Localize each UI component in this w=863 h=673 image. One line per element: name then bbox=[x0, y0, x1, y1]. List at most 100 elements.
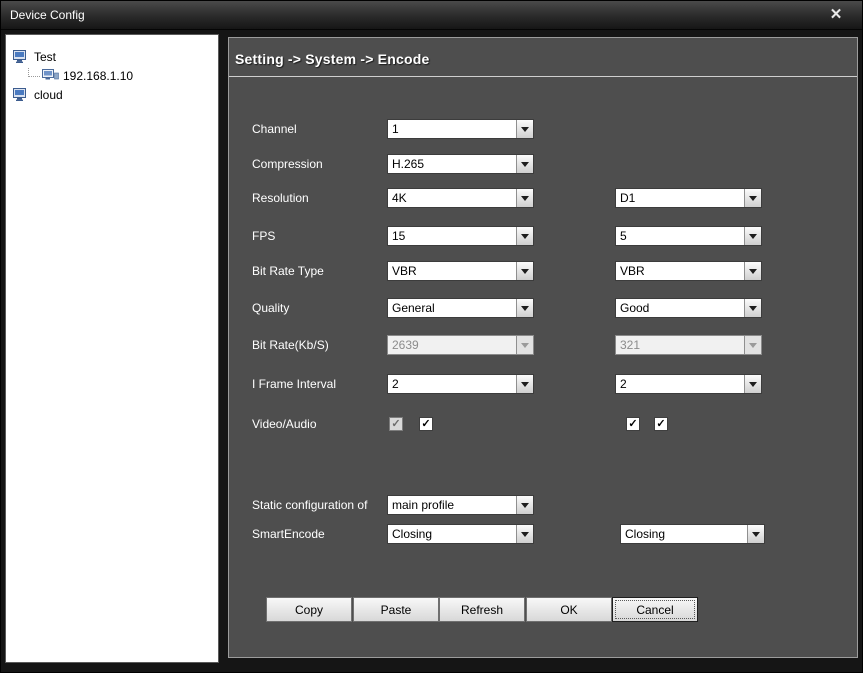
smart-encode-main-select[interactable]: Closing bbox=[387, 524, 534, 544]
breadcrumb: Setting -> System -> Encode bbox=[235, 51, 429, 67]
bitrate-type-sub-select[interactable]: VBR bbox=[615, 261, 762, 281]
iframe-interval-label: I Frame Interval bbox=[252, 374, 336, 394]
static-config-row: Static configuration of main profile bbox=[229, 495, 857, 515]
bitrate-type-main-select[interactable]: VBR bbox=[387, 261, 534, 281]
compression-label: Compression bbox=[252, 154, 323, 174]
static-config-select[interactable]: main profile bbox=[387, 495, 534, 515]
resolution-sub-select[interactable]: D1 bbox=[615, 188, 762, 208]
combo-value: Good bbox=[616, 299, 744, 317]
chevron-down-icon[interactable] bbox=[744, 227, 761, 245]
chevron-down-icon[interactable] bbox=[516, 155, 533, 173]
combo-value: main profile bbox=[388, 496, 516, 514]
fps-row: FPS 15 5 bbox=[229, 226, 857, 246]
video-audio-row: Video/Audio ✓ ✓ ✓ ✓ bbox=[229, 414, 857, 434]
audio-checkbox-sub[interactable]: ✓ bbox=[654, 417, 668, 431]
encode-settings-panel: Setting -> System -> Encode Channel 1 Co… bbox=[228, 37, 858, 658]
quality-label: Quality bbox=[252, 298, 289, 318]
chevron-down-icon bbox=[744, 336, 761, 354]
fps-sub-select[interactable]: 5 bbox=[615, 226, 762, 246]
tree-item-label: 192.168.1.10 bbox=[63, 69, 133, 83]
fps-main-select[interactable]: 15 bbox=[387, 226, 534, 246]
resolution-label: Resolution bbox=[252, 188, 309, 208]
iframe-interval-main-select[interactable]: 2 bbox=[387, 374, 534, 394]
check-icon: ✓ bbox=[628, 418, 637, 430]
static-config-label: Static configuration of bbox=[252, 495, 367, 515]
combo-value: 321 bbox=[616, 336, 744, 354]
bitrate-type-label: Bit Rate Type bbox=[252, 261, 324, 281]
combo-value: 5 bbox=[616, 227, 744, 245]
video-checkbox-sub[interactable]: ✓ bbox=[626, 417, 640, 431]
quality-main-select[interactable]: General bbox=[387, 298, 534, 318]
device-tree-panel: Test 192.168.1.10 bbox=[5, 34, 219, 663]
tree-branch-line bbox=[28, 68, 40, 77]
chevron-down-icon[interactable] bbox=[516, 496, 533, 514]
smart-encode-label: SmartEncode bbox=[252, 524, 325, 544]
combo-value: 15 bbox=[388, 227, 516, 245]
video-audio-label: Video/Audio bbox=[252, 414, 317, 434]
chevron-down-icon[interactable] bbox=[744, 262, 761, 280]
window-title: Device Config bbox=[10, 8, 85, 22]
paste-button[interactable]: Paste bbox=[353, 597, 439, 622]
combo-value: 4K bbox=[388, 189, 516, 207]
video-checkbox-main[interactable]: ✓ bbox=[389, 417, 403, 431]
quality-row: Quality General Good bbox=[229, 298, 857, 318]
fps-label: FPS bbox=[252, 226, 275, 246]
chevron-down-icon[interactable] bbox=[747, 525, 764, 543]
combo-value: Closing bbox=[621, 525, 747, 543]
audio-checkbox-main[interactable]: ✓ bbox=[419, 417, 433, 431]
bitrate-sub-select: 321 bbox=[615, 335, 762, 355]
channel-label: Channel bbox=[252, 119, 297, 139]
bitrate-label: Bit Rate(Kb/S) bbox=[252, 335, 329, 355]
resolution-row: Resolution 4K D1 bbox=[229, 188, 857, 208]
combo-value: Closing bbox=[388, 525, 516, 543]
chevron-down-icon[interactable] bbox=[516, 375, 533, 393]
chevron-down-icon[interactable] bbox=[516, 120, 533, 138]
iframe-interval-sub-select[interactable]: 2 bbox=[615, 374, 762, 394]
chevron-down-icon[interactable] bbox=[516, 525, 533, 543]
combo-value: 2 bbox=[388, 375, 516, 393]
chevron-down-icon[interactable] bbox=[516, 227, 533, 245]
tree-item-cloud[interactable]: cloud bbox=[6, 85, 218, 104]
header-divider bbox=[229, 76, 857, 77]
button-row: Copy Paste Refresh OK Cancel bbox=[229, 597, 857, 622]
chevron-down-icon[interactable] bbox=[516, 262, 533, 280]
tree-item-label: Test bbox=[34, 50, 56, 64]
chevron-down-icon[interactable] bbox=[744, 299, 761, 317]
check-icon: ✓ bbox=[656, 418, 665, 430]
tree-item-device-ip[interactable]: 192.168.1.10 bbox=[6, 66, 218, 85]
combo-value: 2639 bbox=[388, 336, 516, 354]
combo-value: 1 bbox=[388, 120, 516, 138]
close-icon[interactable]: ✕ bbox=[826, 6, 846, 24]
combo-value: D1 bbox=[616, 189, 744, 207]
bitrate-row: Bit Rate(Kb/S) 2639 321 bbox=[229, 335, 857, 355]
resolution-main-select[interactable]: 4K bbox=[387, 188, 534, 208]
combo-value: H.265 bbox=[388, 155, 516, 173]
smart-encode-row: SmartEncode Closing Closing bbox=[229, 524, 857, 544]
chevron-down-icon[interactable] bbox=[516, 189, 533, 207]
quality-sub-select[interactable]: Good bbox=[615, 298, 762, 318]
cancel-button[interactable]: Cancel bbox=[612, 597, 698, 622]
device-icon bbox=[42, 69, 59, 82]
chevron-down-icon bbox=[516, 336, 533, 354]
chevron-down-icon[interactable] bbox=[744, 189, 761, 207]
compression-row: Compression H.265 bbox=[229, 154, 857, 174]
bitrate-type-row: Bit Rate Type VBR VBR bbox=[229, 261, 857, 281]
title-bar: Device Config ✕ bbox=[1, 1, 862, 30]
refresh-button[interactable]: Refresh bbox=[439, 597, 525, 622]
combo-value: 2 bbox=[616, 375, 744, 393]
smart-encode-sub-select[interactable]: Closing bbox=[620, 524, 765, 544]
device-group-icon bbox=[13, 88, 30, 102]
chevron-down-icon[interactable] bbox=[744, 375, 761, 393]
compression-select[interactable]: H.265 bbox=[387, 154, 534, 174]
channel-row: Channel 1 bbox=[229, 119, 857, 139]
combo-value: General bbox=[388, 299, 516, 317]
check-icon: ✓ bbox=[391, 418, 400, 430]
combo-value: VBR bbox=[616, 262, 744, 280]
device-config-window: Device Config ✕ Test bbox=[0, 0, 863, 673]
copy-button[interactable]: Copy bbox=[266, 597, 352, 622]
chevron-down-icon[interactable] bbox=[516, 299, 533, 317]
channel-select[interactable]: 1 bbox=[387, 119, 534, 139]
ok-button[interactable]: OK bbox=[526, 597, 612, 622]
tree-item-label: cloud bbox=[34, 88, 63, 102]
tree-item-test[interactable]: Test bbox=[6, 47, 218, 66]
